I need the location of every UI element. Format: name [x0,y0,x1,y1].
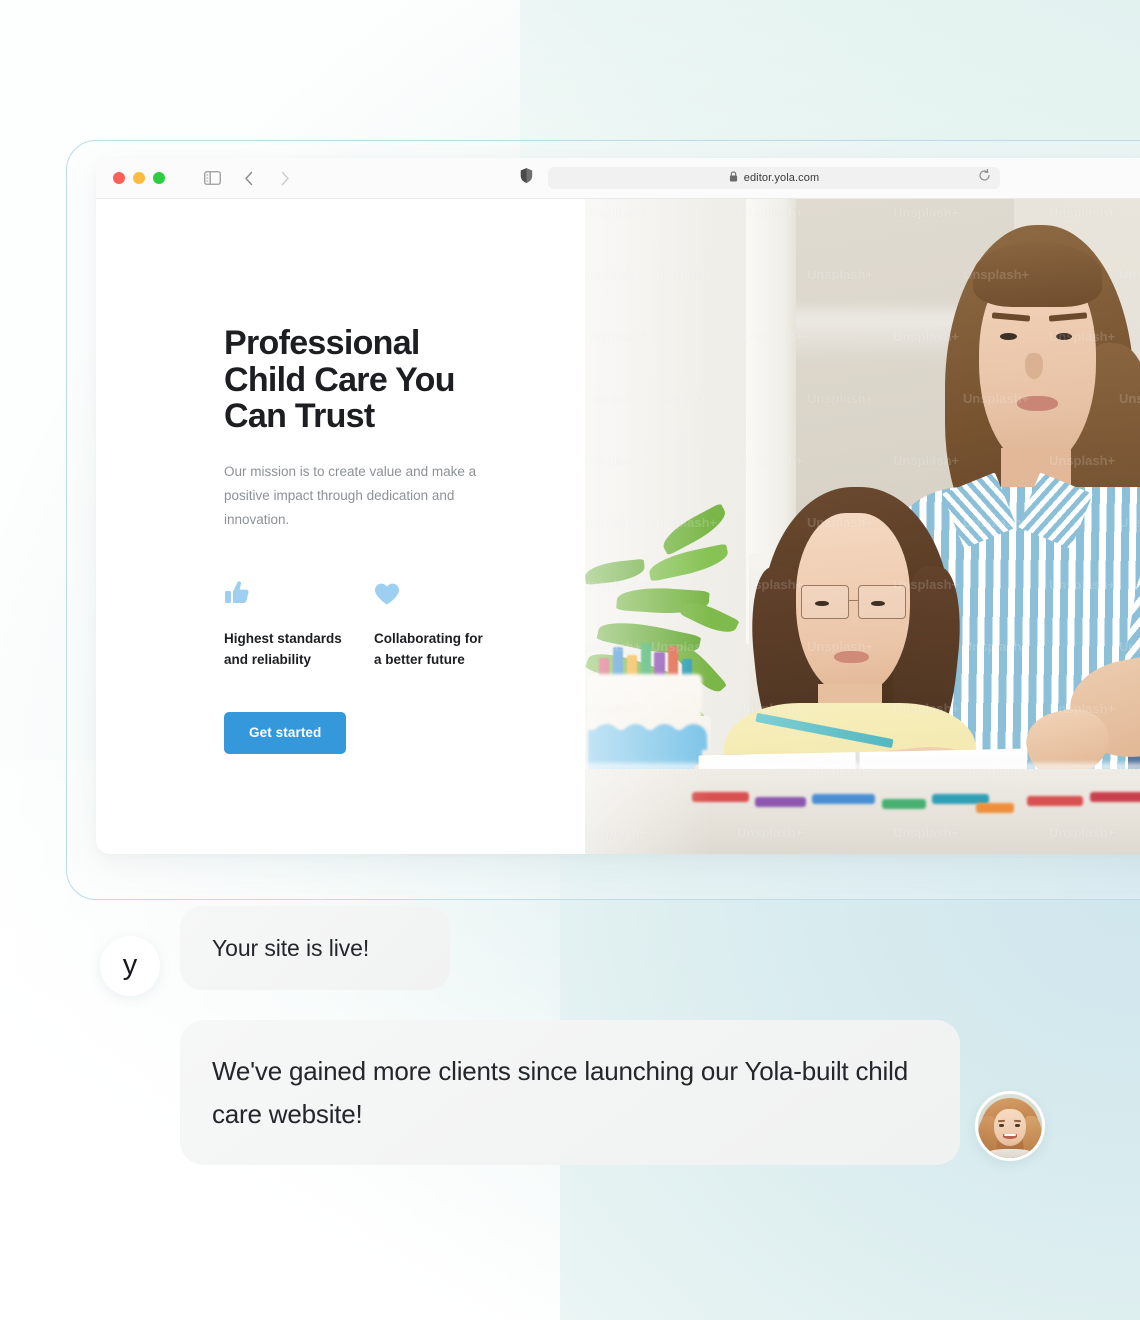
photo-cup-scallop [650,724,679,751]
feature-list: Highest standards and reliability Collab… [224,576,524,671]
feature-item-standards: Highest standards and reliability [224,576,374,671]
get-started-button[interactable]: Get started [224,712,347,755]
page-title: Professional Child Care You Can Trust [224,324,455,436]
reload-icon[interactable] [978,168,991,187]
photo-cup-scallop [592,724,621,751]
chevron-right-icon[interactable] [275,169,294,188]
chat-bubble-status: Your site is live! [180,906,450,990]
website-preview: Professional Child Care You Can Trust Ou… [96,199,1140,854]
close-window-button[interactable] [113,172,125,184]
browser-toolbar: editor.yola.com [96,158,1140,199]
hero-subtitle: Our mission is to create value and make … [224,464,477,528]
photo-cup-scallop [679,724,708,751]
photo-cup-scallop [621,724,650,751]
browser-window: editor.yola.com Professional Child Care … [96,158,1140,854]
url-text: editor.yola.com [743,172,820,184]
heart-icon [374,576,524,606]
minimize-window-button[interactable] [133,172,145,184]
brand-avatar: y [100,936,160,996]
privacy-shield-icon[interactable] [520,168,533,189]
hero-photo-panel: Unsplash+ Unsplash+ Unsplash+ Unsplash+ … [585,199,1140,854]
feature-label: Highest standards and reliability [224,631,342,668]
chevron-left-icon[interactable] [239,169,258,188]
window-controls [96,172,165,184]
maximize-window-button[interactable] [153,172,165,184]
chat-message-text: We've gained more clients since launchin… [212,1056,908,1129]
chat-message-text: Your site is live! [212,934,370,961]
thumbs-up-icon [224,576,374,606]
chat-section: y Your site is live! We've gained more c… [0,895,1140,1215]
photo-table [585,768,1140,854]
address-bar[interactable]: editor.yola.com [548,167,1000,189]
hero-left-column: Professional Child Care You Can Trust Ou… [96,199,585,854]
feature-label: Collaborating for a better future [374,631,483,668]
brand-avatar-letter: y [122,948,138,981]
hero-photo: Unsplash+ Unsplash+ Unsplash+ Unsplash+ … [585,199,1140,854]
client-avatar [975,1091,1045,1161]
client-avatar-photo [978,1094,1042,1158]
navigation-controls [203,169,294,188]
lock-icon [729,169,738,187]
sidebar-toggle-icon[interactable] [203,169,222,188]
feature-item-collaboration: Collaborating for a better future [374,576,524,671]
chat-bubble-testimonial: We've gained more clients since launchin… [180,1020,960,1165]
hero-copy-block: Professional Child Care You Can Trust Ou… [224,324,524,755]
